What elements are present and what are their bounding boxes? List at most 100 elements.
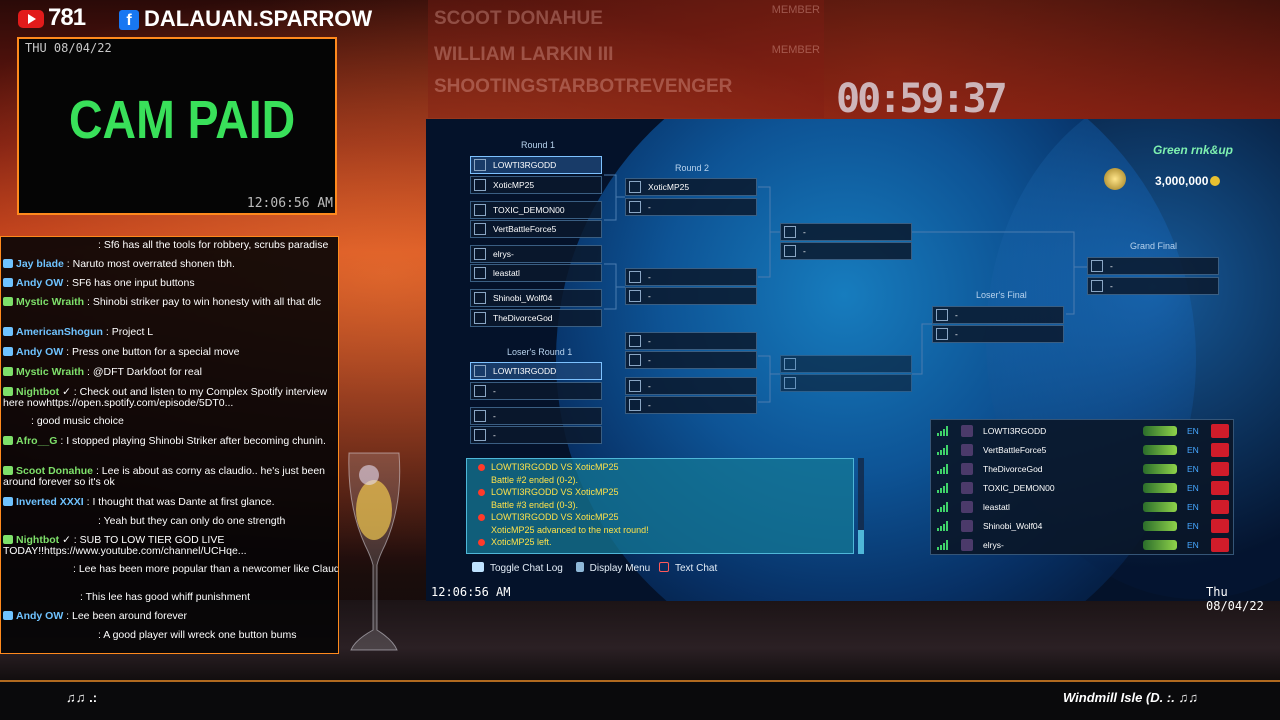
chat-text: : Project L <box>105 326 154 338</box>
chat-username[interactable]: Inverted XXXI <box>16 496 84 508</box>
chat-username[interactable]: Jay blade <box>16 258 64 270</box>
player-language: EN <box>1187 483 1199 493</box>
player-language: EN <box>1187 521 1199 531</box>
rank-badge <box>1143 521 1177 531</box>
chat-text: : Yeah but they can only do one strength <box>98 515 286 527</box>
chat-message: Andy OW : Press one button for a special… <box>3 347 336 358</box>
player-row[interactable]: VertBattleForce5 EN <box>933 441 1231 459</box>
user-badge-icon <box>3 611 13 620</box>
region-flag-icon <box>1211 424 1229 438</box>
alert-dot-icon <box>478 489 485 496</box>
player-language: EN <box>1187 426 1199 436</box>
member-name: SHOOTINGSTARBOTREVENGER <box>434 76 733 97</box>
region-flag-icon <box>1211 481 1229 495</box>
chat-text: : SF6 has one input buttons <box>66 277 195 289</box>
log-line: LOWTI3RGODD VS XoticMP25 <box>491 487 619 497</box>
chat-username[interactable]: Afro__G <box>16 435 57 447</box>
signal-icon <box>937 502 948 512</box>
player-avatar <box>961 520 973 532</box>
chat-text: : A good player will wreck one button bu… <box>98 629 297 641</box>
chat-message: Mystic Wraith : Shinobi striker pay to w… <box>3 297 336 308</box>
chat-username[interactable]: Andy OW <box>16 277 63 289</box>
text-chat-hint[interactable]: Text Chat <box>675 563 717 574</box>
user-badge-icon <box>3 387 13 396</box>
chat-username[interactable]: Andy OW <box>16 610 63 622</box>
player-name: Shinobi_Wolf04 <box>983 521 1043 531</box>
now-playing-text: Windmill Isle (D. :. ♫♫ <box>1063 690 1198 705</box>
user-badge-icon <box>3 497 13 506</box>
champagne-glass-image <box>348 452 401 651</box>
player-row[interactable]: Shinobi_Wolf04 EN <box>933 517 1231 535</box>
player-name: TOXIC_DEMON00 <box>983 483 1055 493</box>
youtube-count: 781 <box>48 4 86 31</box>
chat-message: Andy OW : Lee been around forever <box>3 611 336 622</box>
chat-message: : This lee has good whiff punishment <box>3 591 338 603</box>
player-avatar <box>961 539 973 551</box>
log-line: Battle #3 ended (0-3). <box>491 499 579 510</box>
control-hints: Toggle Chat Log Display Menu Text Chat <box>472 562 717 574</box>
signal-icon <box>937 521 948 531</box>
user-badge-icon <box>3 367 13 376</box>
player-avatar <box>961 482 973 494</box>
chat-message: Nightbot ✓ : SUB TO LOW TIER GOD LIVE TO… <box>3 535 336 557</box>
screen-date: Thu 08/04/22 <box>1206 585 1264 613</box>
alert-dot-icon <box>478 539 485 546</box>
player-name: elrys- <box>983 540 1004 550</box>
chat-username[interactable]: Mystic Wraith <box>16 296 84 308</box>
signal-icon <box>937 483 948 493</box>
chat-username[interactable]: Mystic Wraith <box>16 366 84 378</box>
log-scroll-thumb[interactable] <box>858 530 864 554</box>
rank-badge <box>1143 540 1177 550</box>
chat-text: : Lee been around forever <box>66 610 188 622</box>
chat-text: : Shinobi striker pay to win honesty wit… <box>87 296 322 308</box>
rank-badge <box>1143 483 1177 493</box>
player-name: leastatl <box>983 502 1010 512</box>
square-button-icon <box>659 562 669 572</box>
chat-text: : Press one button for a special move <box>66 346 240 358</box>
player-row[interactable]: leastatl EN <box>933 498 1231 516</box>
chat-username[interactable]: Andy OW <box>16 346 63 358</box>
user-badge-icon <box>3 347 13 356</box>
player-row[interactable]: TOXIC_DEMON00 EN <box>933 479 1231 497</box>
prize-value: 3,000,000 <box>1155 174 1221 188</box>
player-language: EN <box>1187 445 1199 455</box>
ticker-left-text: ♫♫ .: <box>66 690 98 705</box>
signal-icon <box>937 464 948 474</box>
chat-username[interactable]: AmericanShogun <box>16 326 103 338</box>
trophy-icon <box>1104 168 1126 190</box>
player-row[interactable]: TheDivorceGod EN <box>933 460 1231 478</box>
user-badge-icon <box>3 466 13 475</box>
chat-message: AmericanShogun : Project L <box>3 327 336 338</box>
member-tag: MEMBER <box>771 4 820 16</box>
player-language: EN <box>1187 464 1199 474</box>
alert-dot-icon <box>478 464 485 471</box>
player-avatar <box>961 425 973 437</box>
youtube-icon <box>18 10 44 28</box>
display-menu-hint[interactable]: Display Menu <box>590 563 651 574</box>
cam-panel: THU 08/04/22 CAM PAID 12:06:56 AM <box>17 37 337 215</box>
chat-text: : Naruto most overrated shonen tbh. <box>66 258 235 270</box>
player-name: LOWTI3RGODD <box>983 426 1047 436</box>
region-flag-icon <box>1211 519 1229 533</box>
chat-text: : This lee has good whiff punishment <box>80 591 251 603</box>
chat-message: Afro__G : I stopped playing Shinobi Stri… <box>3 436 336 447</box>
chat-message: Andy OW : SF6 has one input buttons <box>3 278 336 289</box>
user-badge-icon <box>3 327 13 336</box>
chat-message: Scoot Donahue : Lee is about as corny as… <box>3 466 336 488</box>
player-avatar <box>961 501 973 513</box>
user-badge-icon <box>3 297 13 306</box>
rank-badge <box>1143 502 1177 512</box>
prize-amount: 3,000,000 <box>1155 174 1209 188</box>
player-row[interactable]: elrys- EN <box>933 536 1231 554</box>
event-log[interactable]: LOWTI3RGODD VS XoticMP25 Battle #2 ended … <box>466 458 854 554</box>
toggle-chat-log-hint[interactable]: Toggle Chat Log <box>490 563 563 574</box>
facebook-icon: f <box>119 10 139 30</box>
user-badge-icon <box>3 259 13 268</box>
user-badge-icon <box>3 436 13 445</box>
player-row[interactable]: LOWTI3RGODD EN <box>933 422 1231 440</box>
chat-text: : @DFT Darkfoot for real <box>87 366 202 378</box>
region-flag-icon <box>1211 462 1229 476</box>
chat-message: : good music choice <box>3 416 338 427</box>
chat-text: : Lee has been more popular than a newco… <box>73 563 339 575</box>
chat-message: Inverted XXXI : I thought that was Dante… <box>3 497 336 508</box>
